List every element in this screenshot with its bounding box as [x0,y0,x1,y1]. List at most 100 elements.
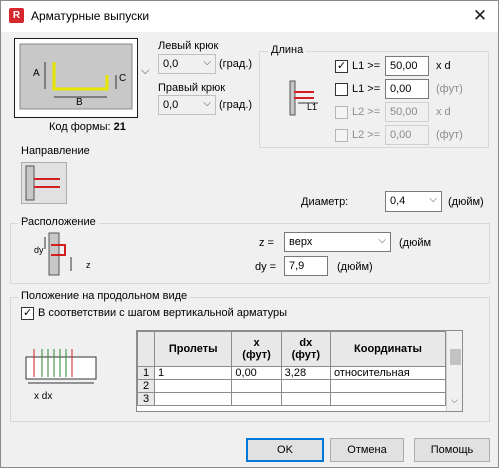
column-header-coordinates-label: Координаты [354,343,422,355]
chevron-down-icon: ⌵ [203,57,211,68]
l1-xd-unit: x d [436,60,451,72]
l2-ft-value: 0,00 [390,129,412,141]
column-header-coordinates[interactable]: Координаты [329,331,447,367]
table-row[interactable]: 2 [137,379,447,393]
spacing-checkbox-label: В соответствии с шагом вертикальной арма… [38,307,288,319]
dialog-window: R Арматурные выпуски ✕ A B C ⌵ Код формы… [0,0,499,468]
checkmark-icon: ✓ [337,60,347,72]
left-hook-select[interactable]: 0,0 ⌵ [158,54,216,74]
table-cell-dx[interactable] [280,392,331,406]
right-hook-unit: (град.) [219,99,253,111]
close-button[interactable]: ✕ [467,5,493,27]
dim-b-label: B [76,97,83,108]
table-row[interactable]: 1 1 0,00 3,28 относительная [137,366,447,380]
direction-icon [25,165,60,201]
diameter-label: Диаметр: [301,196,349,208]
shape-preview-button[interactable]: A B C [14,38,138,118]
column-header-x-label: x (фут) [242,337,271,361]
ok-button[interactable]: OK [246,438,324,462]
left-hook-value: 0,0 [163,58,179,70]
chevron-down-icon: ⌵ [203,98,211,109]
table-cell-spans[interactable]: 1 [153,366,233,380]
l2-ft-label: L2 >= [352,129,381,141]
row-number[interactable]: 1 [137,366,155,380]
table-cell-x[interactable] [231,379,282,393]
l2-ft-input[interactable]: 0,00 [385,125,429,145]
z-select[interactable]: верх ⌵ [284,232,391,252]
l1-ft-unit: (фут) [436,83,463,95]
l2-ft-unit: (фут) [436,129,463,141]
dim-a-label: A [33,68,40,79]
length-group-title: Длина [268,44,307,56]
direction-button[interactable] [21,162,67,204]
left-hook-label: Левый крюк [158,40,219,52]
chevron-down-icon: ⌵ [429,194,437,205]
spacing-checkbox[interactable]: ✓ [21,307,34,320]
shape-code-label: Код формы: [49,121,111,133]
scrollbar-thumb[interactable] [450,349,461,365]
position-diagram-z: z [86,260,91,270]
table-cell-coordinates[interactable]: относительная [329,366,447,380]
table-row[interactable]: 3 [137,392,447,406]
help-button[interactable]: Помощь [414,438,490,462]
table-cell-coordinates[interactable] [329,392,447,406]
z-value: верх [289,236,313,248]
diameter-select[interactable]: 0,4 ⌵ [385,191,442,212]
right-hook-value: 0,0 [163,99,179,111]
l2-xd-checkbox[interactable] [335,106,348,119]
longitudinal-title: Положение на продольном виде [18,290,191,302]
cancel-button[interactable]: Отмена [330,438,404,462]
l1-ft-label: L1 >= [352,83,381,95]
z-label: z = [259,237,274,249]
l1-xd-value: 50,00 [390,60,418,72]
shape-code: Код формы: 21 [49,121,126,133]
checkmark-icon: ✓ [23,307,33,319]
table-cell-spans[interactable] [153,379,233,393]
position-diagram-dy: dy [34,245,44,255]
l1-xd-checkbox[interactable]: ✓ [335,60,348,73]
spans-table-container: Пролеты x (фут) dx (фут) Координаты 1 1 … [136,330,463,412]
column-header-spans[interactable]: Пролеты [153,331,233,367]
table-scrollbar[interactable]: ⌵ [446,331,462,411]
table-cell-coordinates[interactable] [329,379,447,393]
row-number-header [137,331,155,367]
shape-code-value: 21 [113,121,126,133]
dy-input[interactable]: 7,9 [284,256,328,276]
table-cell-x[interactable]: 0,00 [231,366,282,380]
length-diagram-icon [289,80,318,116]
shape-dropdown-chevron-icon[interactable]: ⌵ [141,65,149,78]
diameter-unit: (дюйм) [448,196,484,208]
close-icon: ✕ [472,6,488,25]
column-header-x[interactable]: x (фут) [231,331,282,367]
table-cell-spans[interactable] [153,392,233,406]
column-header-spans-label: Пролеты [168,343,218,355]
position-group [10,223,490,284]
left-hook-unit: (град.) [219,58,253,70]
direction-title: Направление [21,145,90,157]
column-header-dx-label: dx (фут) [291,337,321,361]
l1-xd-input[interactable]: 50,00 [385,56,429,76]
chevron-down-icon: ⌵ [378,235,386,246]
l1-ft-input[interactable]: 0,00 [385,79,429,99]
column-header-dx[interactable]: dx (фут) [280,331,331,367]
table-cell-x[interactable] [231,392,282,406]
length-diagram-l1: L1 [307,102,318,112]
l2-ft-checkbox[interactable] [335,129,348,142]
row-number[interactable]: 3 [137,392,155,406]
window-title: Арматурные выпуски [31,9,150,23]
longitudinal-diagram-label: x dx [34,391,53,402]
row-number[interactable]: 2 [137,379,155,393]
table-cell-dx[interactable] [280,379,331,393]
scroll-down-icon[interactable]: ⌵ [451,395,458,406]
dy-label: dy = [255,261,277,273]
l2-xd-input[interactable]: 50,00 [385,102,429,122]
l1-ft-checkbox[interactable] [335,83,348,96]
l1-ft-value: 0,00 [390,83,412,95]
right-hook-select[interactable]: 0,0 ⌵ [158,95,216,115]
diameter-value: 0,4 [390,195,406,207]
table-cell-dx[interactable]: 3,28 [280,366,331,380]
revit-app-icon: R [9,8,24,23]
l2-xd-unit: x d [436,106,451,118]
spans-table: Пролеты x (фут) dx (фут) Координаты 1 1 … [137,331,447,406]
dy-unit: (дюйм) [337,261,373,273]
